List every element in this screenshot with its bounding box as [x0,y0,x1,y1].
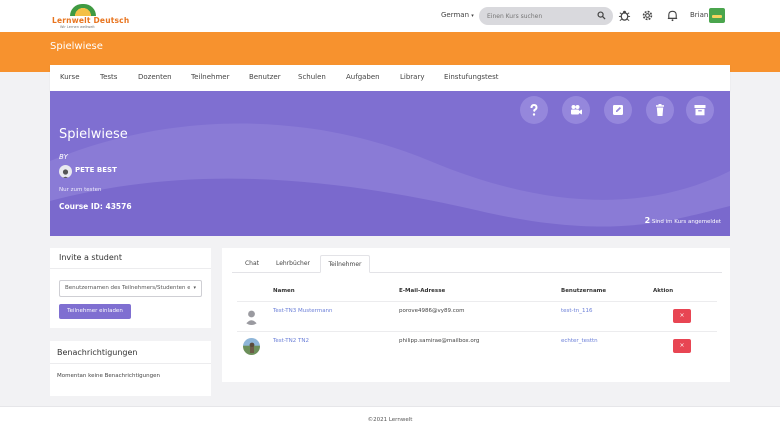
avatar [243,308,260,325]
nav-item-einstufungstest[interactable]: Einstufungstest [444,73,499,81]
edit-icon [613,105,623,115]
help-icon [530,103,538,116]
divider [50,268,211,269]
invite-button[interactable]: Teilnehmer einladen [59,304,131,319]
table-row: Test-TN2 TN2 philipp.samirae@mailbox.org… [237,332,717,361]
enrolled-count: 2 Sind im Kurs angemeldet [645,216,721,225]
column-header-action: Aktion [653,288,674,294]
tab-lehrbuecher[interactable]: Lehrbücher [268,255,318,273]
delete-button[interactable] [646,96,674,124]
participants-card: Chat Lehrbücher Teilnehmer Namen E-Mail-… [222,248,730,382]
logo-emblem [70,4,96,16]
student-select[interactable]: Benutzernamen des Teilnehmers/Studenten … [59,280,202,297]
divider [50,363,211,364]
nav-item-schulen[interactable]: Schulen [298,73,326,81]
search-input[interactable] [487,11,587,21]
nav-item-aufgaben[interactable]: Aufgaben [346,73,380,81]
caret-down-icon: ▾ [471,13,474,19]
notifications-empty-text: Momentan keine Benachrichtigungen [57,373,160,379]
enrolled-label: Sind im Kurs angemeldet [651,219,721,225]
username[interactable]: Brian [690,11,708,19]
column-header-username: Benutzername [561,288,607,294]
copyright-text: ©2021 Lernwelt [367,417,413,423]
video-button[interactable] [562,96,590,124]
participant-name[interactable]: Test-TN3 Mustermann [273,308,333,314]
column-header-name: Namen [273,288,295,294]
nav-item-benutzer[interactable]: Benutzer [249,73,281,81]
course-nav: Kurse Tests Dozenten Teilnehmer Benutzer… [50,65,730,91]
bug-icon[interactable] [618,9,631,22]
trash-icon [656,104,664,116]
help-button[interactable] [520,96,548,124]
author-name[interactable]: PETE BEST [75,166,117,174]
page-title: Spielwiese [50,41,103,52]
participant-username[interactable]: echter_testtn [561,338,598,344]
author-avatar [59,165,72,178]
participant-email: porove4986@vy89.com [399,308,465,314]
chevron-down-icon: ▾ [193,285,196,291]
archive-icon [694,105,706,116]
nav-item-kurse[interactable]: Kurse [60,73,80,81]
invite-student-card: Invite a student Benutzernamen des Teiln… [50,248,211,328]
remove-participant-button[interactable]: × [673,339,691,353]
nav-item-dozenten[interactable]: Dozenten [138,73,172,81]
by-label: BY [59,153,68,161]
edit-button[interactable] [604,96,632,124]
participant-username[interactable]: test-tn_116 [561,308,592,314]
avatar[interactable] [709,8,725,23]
archive-button[interactable] [686,96,714,124]
table-row: Test-TN3 Mustermann porove4986@vy89.com … [237,302,717,331]
tab-teilnehmer[interactable]: Teilnehmer [320,255,370,273]
search-icon[interactable] [597,11,606,20]
search-box[interactable] [479,7,613,25]
nav-item-teilnehmer[interactable]: Teilnehmer [191,73,229,81]
course-hero: Spielwiese BY PETE BEST Nur zum testen C… [50,91,730,236]
course-title: Spielwiese [59,127,128,142]
course-id: Course ID: 43576 [59,202,132,211]
student-select-placeholder: Benutzernamen des Teilnehmers/Studenten … [65,285,190,291]
language-dropdown[interactable]: German ▾ [441,11,474,19]
footer: ©2021 Lernwelt [0,406,780,435]
top-bar: Lernwelt Deutsch Wir Lernen weltweit Ger… [0,0,780,32]
participant-name[interactable]: Test-TN2 TN2 [273,338,309,344]
notifications-title: Benachrichtigungen [57,348,138,357]
gear-icon[interactable] [641,9,654,22]
participant-email: philipp.samirae@mailbox.org [399,338,480,344]
language-label: German [441,11,470,19]
avatar [243,338,260,355]
tab-bar: Chat Lehrbücher Teilnehmer [232,255,722,273]
enrolled-number: 2 [644,216,651,225]
nav-item-tests[interactable]: Tests [100,73,117,81]
video-camera-icon [571,105,582,115]
notifications-card: Benachrichtigungen Momentan keine Benach… [50,341,211,396]
logo[interactable]: Lernwelt Deutsch Wir Lernen weltweit [48,4,129,30]
course-description: Nur zum testen [59,187,102,193]
logo-text: Lernwelt Deutsch [52,16,130,25]
invite-title: Invite a student [59,253,123,262]
bell-icon[interactable] [666,9,679,22]
column-header-email: E-Mail-Adresse [399,288,446,294]
remove-participant-button[interactable]: × [673,309,691,323]
tab-chat[interactable]: Chat [238,255,266,273]
logo-subtext: Wir Lernen weltweit [60,25,95,29]
nav-item-library[interactable]: Library [400,73,424,81]
